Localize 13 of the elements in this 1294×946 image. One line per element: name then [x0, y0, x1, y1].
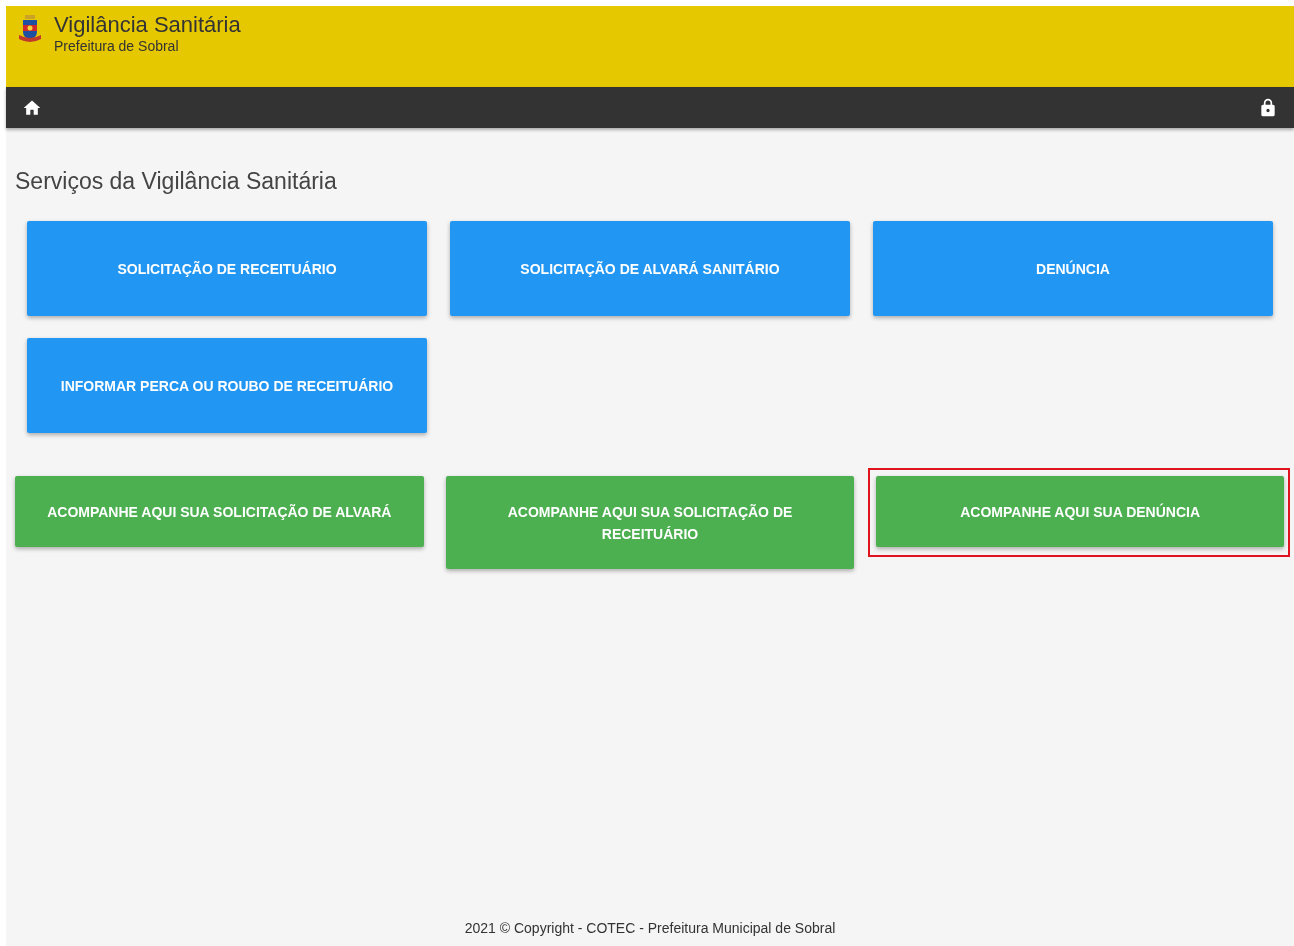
lock-icon[interactable]	[1258, 96, 1278, 119]
tracking-button[interactable]: ACOMPANHE AQUI SUA DENÚNCIA	[876, 476, 1284, 547]
service-button[interactable]: DENÚNCIA	[873, 221, 1273, 316]
tracking-button[interactable]: ACOMPANHE AQUI SUA SOLICITAÇÃO DE RECEITUÁRIO	[445, 476, 855, 569]
page-heading: Serviços da Vigilância Sanitária	[15, 168, 338, 195]
coat-of-arms-icon	[18, 14, 42, 44]
site-subtitle: Prefeitura de Sobral	[54, 38, 180, 54]
service-button[interactable]: SOLICITAÇÃO DE RECEITUÁRIO	[27, 221, 427, 316]
site-title: Vigilância Sanitária	[54, 12, 241, 38]
service-button[interactable]: SOLICITAÇÃO DE ALVARÁ SANITÁRIO	[450, 221, 850, 316]
tracking-button[interactable]: ACOMPANHE AQUI SUA SOLICITAÇÃO DE ALVARÁ	[15, 476, 424, 547]
service-button[interactable]: INFORMAR PERCA OU ROUBO DE RECEITUÁRIO	[27, 338, 427, 433]
footer-text: 2021 © Copyright - COTEC - Prefeitura Municipal de Sobral	[463, 920, 837, 938]
